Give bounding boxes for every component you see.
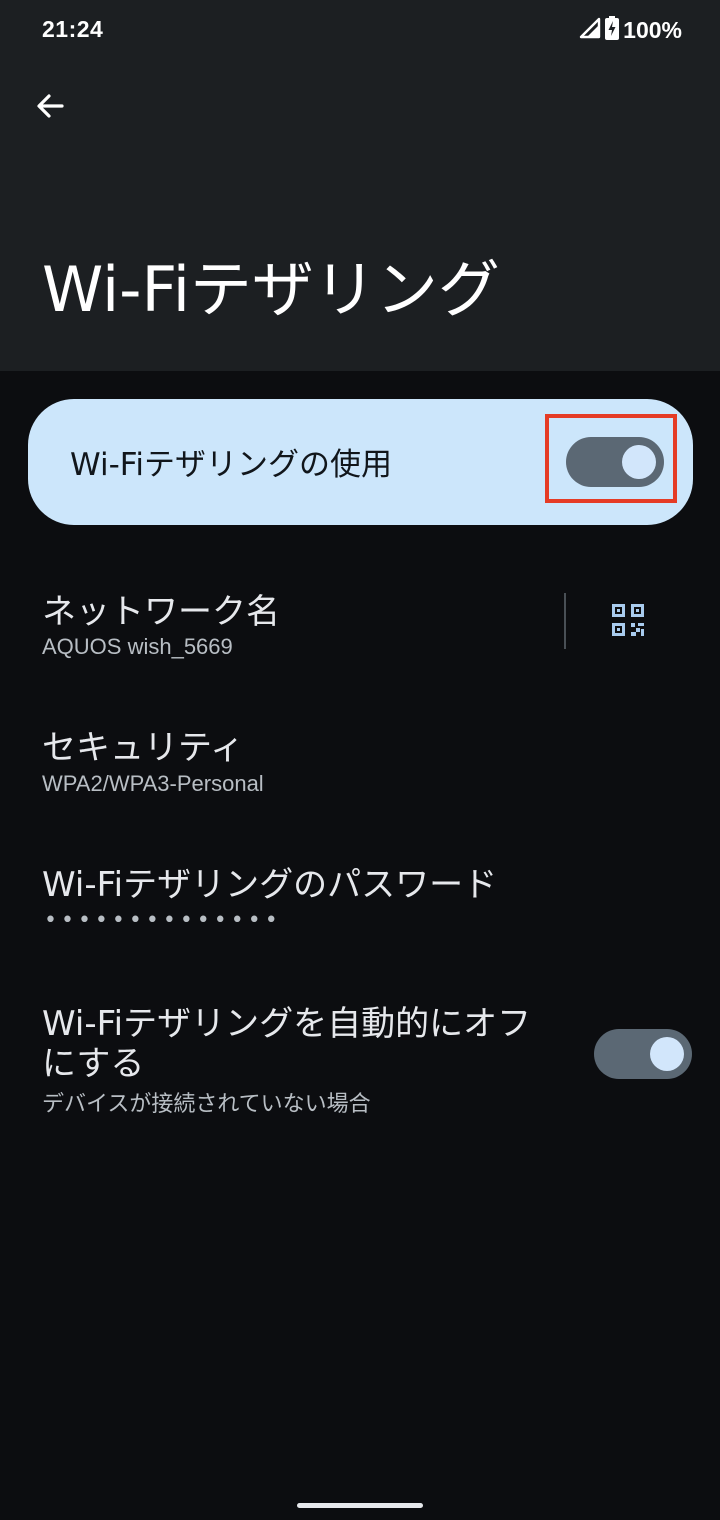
battery-charging-icon [605, 16, 620, 44]
top-app-bar: 21:24 100% Wi-Fiテザリング [0, 0, 720, 371]
toggle-knob [650, 1037, 684, 1071]
qr-code-icon [612, 604, 644, 640]
back-button[interactable] [26, 84, 74, 132]
highlight-box [545, 414, 677, 503]
battery-percent: 100% [623, 16, 682, 43]
auto-off-toggle[interactable] [594, 1029, 692, 1079]
security-title: セキュリティ [42, 728, 244, 768]
status-icons: 100% [579, 15, 682, 45]
gesture-nav-handle[interactable] [297, 1503, 423, 1508]
network-name-value: AQUOS wish_5669 [42, 634, 233, 659]
security-value: WPA2/WPA3-Personal [42, 771, 264, 796]
qr-code-button[interactable] [604, 598, 652, 646]
auto-off-title-line2: にする [42, 1044, 145, 1084]
page-title: Wi-Fiテザリング [42, 253, 500, 326]
password-title: Wi-Fiテザリングのパスワード [42, 865, 498, 905]
main-switch-label: Wi-Fiテザリングの使用 [70, 447, 392, 483]
arrow-back-icon [34, 90, 66, 126]
password-masked: •••••••••••••• [44, 908, 282, 933]
auto-off-summary: デバイスが接続されていない場合 [42, 1091, 371, 1116]
network-name-title: ネットワーク名 [42, 592, 280, 632]
signal-icon [579, 17, 601, 43]
divider [564, 593, 566, 649]
status-time: 21:24 [42, 16, 104, 42]
